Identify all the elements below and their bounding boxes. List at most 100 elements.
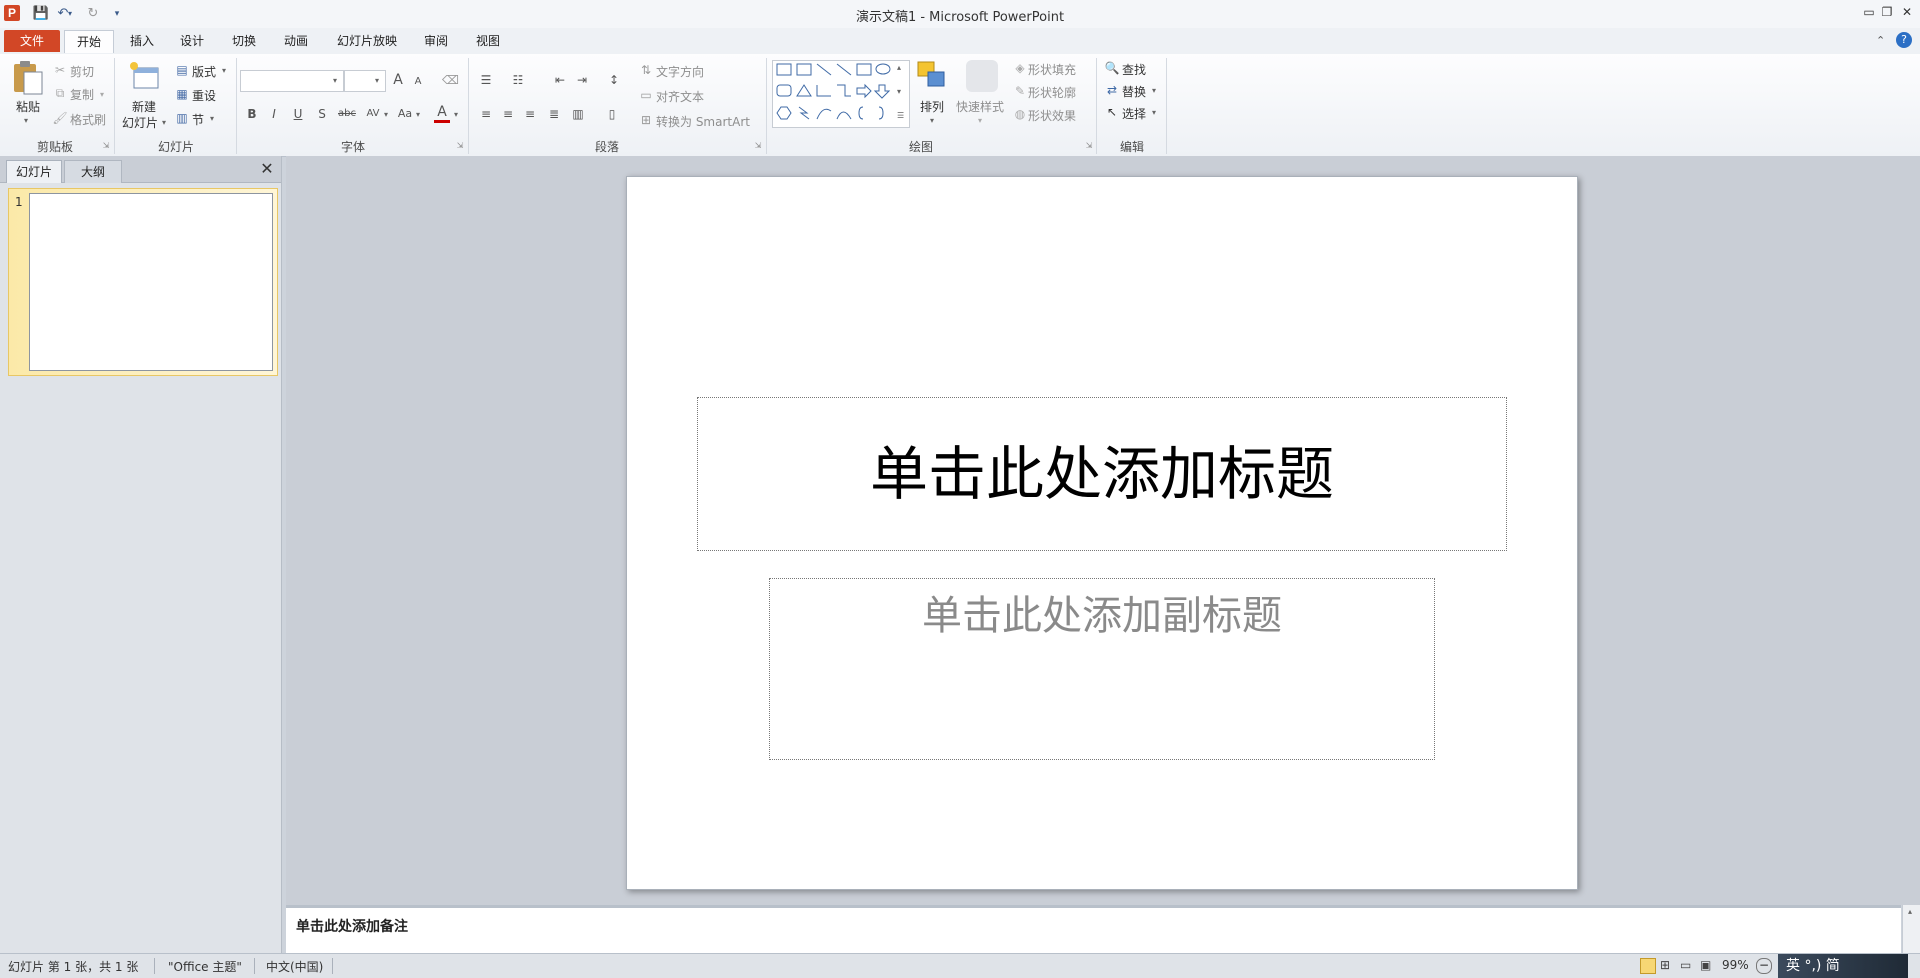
- subtitle-placeholder: 单击此处添加副标题: [922, 593, 1282, 639]
- decrease-indent-icon[interactable]: ⇤: [552, 72, 568, 88]
- reading-view-icon[interactable]: ▭: [1680, 958, 1691, 972]
- slide-thumbnail[interactable]: [29, 193, 273, 371]
- italic-button[interactable]: I: [266, 106, 282, 122]
- paste-button[interactable]: [10, 60, 44, 96]
- zoom-level[interactable]: 99%: [1722, 958, 1749, 972]
- shape-fill-button[interactable]: 形状填充: [1028, 61, 1076, 78]
- distributed-icon[interactable]: ▥: [570, 106, 586, 122]
- new-slide-button[interactable]: [128, 60, 162, 94]
- section-button[interactable]: 节: [192, 111, 204, 128]
- align-left-icon[interactable]: ≡: [478, 106, 494, 122]
- replace-button[interactable]: 替换: [1122, 83, 1146, 100]
- convert-smartart-button[interactable]: 转换为 SmartArt: [656, 113, 750, 130]
- font-launcher-icon[interactable]: ⇲: [455, 141, 465, 151]
- select-button[interactable]: 选择: [1122, 105, 1146, 122]
- tab-design[interactable]: 设计: [170, 30, 214, 52]
- tab-outline-panel[interactable]: 大纲: [64, 160, 122, 183]
- font-size-combo[interactable]: ▾: [344, 70, 386, 92]
- increase-indent-icon[interactable]: ⇥: [574, 72, 590, 88]
- select-dropdown-icon[interactable]: ▾: [1152, 108, 1156, 117]
- shape-effects-icon: ◍: [1014, 107, 1026, 121]
- theme-status[interactable]: "Office 主题": [168, 958, 242, 975]
- close-icon[interactable]: ✕: [1898, 4, 1916, 20]
- slide[interactable]: 单击此处添加标题 单击此处添加副标题: [626, 176, 1578, 890]
- tab-view[interactable]: 视图: [466, 30, 510, 52]
- align-center-icon[interactable]: ≡: [500, 106, 516, 122]
- tab-review[interactable]: 审阅: [414, 30, 458, 52]
- shapes-gallery[interactable]: ▴ ▾ ☰: [772, 60, 910, 128]
- language-status[interactable]: 中文(中国): [266, 958, 323, 975]
- bullets-icon[interactable]: ☰: [478, 72, 494, 88]
- change-case-button[interactable]: Aa: [394, 106, 416, 122]
- slide-sorter-icon[interactable]: ⊞: [1660, 958, 1670, 972]
- paragraph-launcher-icon[interactable]: ⇲: [753, 141, 763, 151]
- new-slide-dropdown-icon[interactable]: ▾: [162, 118, 166, 127]
- group-divider: [766, 58, 767, 154]
- shadow-button[interactable]: S: [314, 106, 330, 122]
- font-color-dropdown-icon[interactable]: ▾: [454, 110, 458, 119]
- align-text-button[interactable]: 对齐文本: [656, 88, 704, 105]
- title-placeholder-box[interactable]: 单击此处添加标题: [697, 397, 1507, 551]
- minimize-icon[interactable]: ▭: [1860, 4, 1878, 20]
- strikethrough-button[interactable]: abc: [336, 106, 358, 122]
- char-spacing-dropdown-icon[interactable]: ▾: [384, 110, 388, 119]
- close-panel-icon[interactable]: ✕: [258, 160, 276, 178]
- ime-toolbar[interactable]: 英 °,) 简: [1778, 954, 1908, 978]
- underline-button[interactable]: U: [290, 106, 306, 122]
- reset-button[interactable]: 重设: [192, 87, 216, 104]
- numbering-icon[interactable]: ☷: [510, 72, 526, 88]
- scroll-up-icon[interactable]: ▴: [1908, 907, 1912, 916]
- section-dropdown-icon[interactable]: ▾: [210, 114, 214, 123]
- gallery-more-icon[interactable]: ☰: [897, 111, 904, 120]
- font-color-button[interactable]: A: [434, 104, 450, 123]
- find-button[interactable]: 查找: [1122, 61, 1146, 78]
- collapse-ribbon-icon[interactable]: ⌃: [1876, 34, 1885, 47]
- copy-button[interactable]: 复制: [70, 86, 94, 103]
- grow-font-button[interactable]: A: [390, 72, 406, 88]
- tab-transitions[interactable]: 切换: [222, 30, 266, 52]
- layout-button[interactable]: 版式: [192, 63, 216, 80]
- notes-pane[interactable]: 单击此处添加备注: [286, 905, 1901, 956]
- replace-dropdown-icon[interactable]: ▾: [1152, 86, 1156, 95]
- cut-button[interactable]: 剪切: [70, 63, 94, 80]
- change-case-dropdown-icon[interactable]: ▾: [416, 110, 420, 119]
- line-spacing-icon[interactable]: ↕: [606, 72, 622, 88]
- layout-dropdown-icon[interactable]: ▾: [222, 66, 226, 75]
- paste-dropdown-icon[interactable]: ▾: [24, 116, 28, 125]
- drawing-launcher-icon[interactable]: ⇲: [1084, 141, 1094, 151]
- justify-icon[interactable]: ≣: [546, 106, 562, 122]
- tab-slides-panel[interactable]: 幻灯片: [6, 160, 62, 183]
- slide-thumbnail-selected[interactable]: 1: [8, 188, 278, 376]
- tab-home[interactable]: 开始: [64, 30, 114, 53]
- shape-effects-button[interactable]: 形状效果: [1028, 107, 1076, 124]
- tab-slideshow[interactable]: 幻灯片放映: [330, 30, 404, 52]
- arrange-dropdown-icon[interactable]: ▾: [930, 116, 934, 125]
- gallery-down-icon[interactable]: ▾: [897, 87, 901, 96]
- help-icon[interactable]: ?: [1896, 32, 1912, 48]
- shrink-font-button[interactable]: A: [410, 74, 426, 90]
- copy-dropdown-icon[interactable]: ▾: [100, 90, 104, 99]
- columns-icon[interactable]: ▯: [604, 106, 620, 122]
- gallery-up-icon[interactable]: ▴: [897, 63, 901, 72]
- bold-button[interactable]: B: [244, 106, 260, 122]
- tab-insert[interactable]: 插入: [120, 30, 164, 52]
- format-painter-button[interactable]: 格式刷: [70, 111, 106, 128]
- tab-animations[interactable]: 动画: [274, 30, 318, 52]
- clear-format-icon[interactable]: ⌫: [442, 72, 459, 88]
- quick-styles-button[interactable]: 快速样式: [956, 98, 1004, 115]
- quick-styles-dropdown-icon[interactable]: ▾: [978, 116, 982, 125]
- notes-scrollbar[interactable]: ▴: [1902, 905, 1920, 953]
- font-name-combo[interactable]: ▾: [240, 70, 344, 92]
- zoom-out-icon[interactable]: −: [1756, 958, 1772, 974]
- subtitle-placeholder-box[interactable]: 单击此处添加副标题: [769, 578, 1435, 760]
- text-direction-button[interactable]: 文字方向: [656, 63, 704, 80]
- normal-view-icon[interactable]: [1640, 958, 1656, 974]
- align-right-icon[interactable]: ≡: [522, 106, 538, 122]
- restore-icon[interactable]: ❐: [1878, 4, 1896, 20]
- char-spacing-button[interactable]: AV: [362, 106, 384, 122]
- shape-outline-button[interactable]: 形状轮廓: [1028, 84, 1076, 101]
- tab-file[interactable]: 文件: [4, 30, 60, 52]
- clipboard-launcher-icon[interactable]: ⇲: [101, 141, 111, 151]
- slideshow-icon[interactable]: ▣: [1700, 958, 1711, 972]
- arrange-button[interactable]: [916, 60, 948, 92]
